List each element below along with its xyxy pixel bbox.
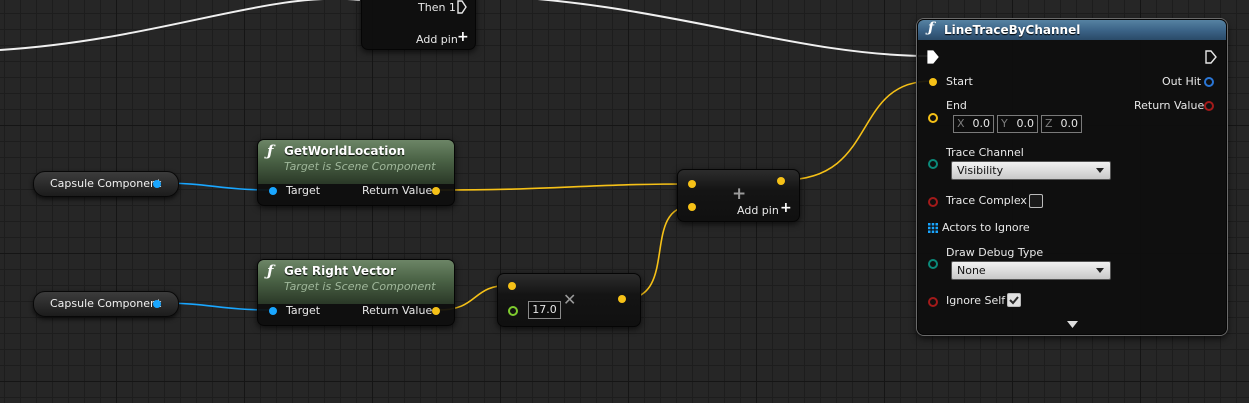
capsule-component-output-pin[interactable] — [153, 180, 161, 188]
function-icon: ƒ — [928, 20, 935, 36]
checkmark-icon — [1009, 296, 1019, 305]
vector-wire-add-to-start — [782, 80, 933, 181]
vector-output-pin[interactable] — [777, 177, 785, 185]
capsule-component-label: Capsule Component — [50, 177, 162, 190]
vector-input-pin-b[interactable] — [688, 203, 696, 211]
trace-channel-dropdown[interactable]: Visibility — [951, 161, 1111, 180]
sequence-add-pin-label[interactable]: Add pin — [416, 33, 458, 46]
target-label: Target — [286, 304, 321, 317]
capsule-component-label: Capsule Component — [50, 297, 162, 310]
capsule-component-output-pin[interactable] — [153, 300, 161, 308]
trace-complex-checkbox[interactable] — [1029, 194, 1043, 208]
vector-wire-location-to-add — [437, 183, 693, 191]
multiplier-value-field[interactable]: 17.0 — [528, 301, 561, 319]
line-trace-by-channel-node[interactable]: ƒ LineTraceByChannel Start Out Hit End R… — [917, 19, 1227, 335]
then-1-exec-pin[interactable] — [457, 0, 467, 14]
trace-channel-input-pin[interactable] — [928, 159, 938, 169]
node-title: GetWorldLocation — [284, 144, 406, 158]
out-hit-label: Out Hit — [1162, 75, 1202, 88]
ignore-self-input-pin[interactable] — [928, 297, 938, 307]
trace-channel-label: Trace Channel — [946, 146, 1024, 159]
start-input-pin[interactable] — [929, 78, 937, 86]
node-title: LineTraceByChannel — [944, 23, 1081, 37]
multiply-icon: ✕ — [563, 290, 577, 309]
ignore-self-label: Ignore Self — [946, 294, 1006, 307]
end-z-field[interactable]: Z 0.0 — [1041, 115, 1082, 133]
return-value-label: Return Value — [1134, 99, 1205, 112]
node-title: Get Right Vector — [284, 264, 397, 278]
vector-output-pin[interactable] — [618, 295, 626, 303]
capsule-component-node[interactable]: Capsule Component — [33, 291, 179, 317]
add-pin-label[interactable]: Add pin — [737, 204, 779, 217]
get-right-vector-node[interactable]: ƒ Get Right Vector Target is Scene Compo… — [257, 259, 455, 326]
plus-icon: + — [732, 184, 747, 204]
return-value-output-pin[interactable] — [1204, 101, 1214, 111]
end-y-field[interactable]: Y 0.0 — [997, 115, 1038, 133]
float-input-pin[interactable] — [508, 306, 518, 316]
actors-to-ignore-label: Actors to Ignore — [942, 221, 1030, 234]
out-hit-output-pin[interactable] — [1204, 77, 1214, 87]
end-input-pin[interactable] — [928, 113, 938, 123]
chevron-down-icon — [1096, 268, 1104, 273]
function-icon: ƒ — [267, 262, 274, 280]
draw-debug-type-label: Draw Debug Type — [946, 246, 1044, 259]
exec-output-pin[interactable] — [1205, 50, 1217, 64]
return-value-label: Return Value — [362, 304, 433, 317]
exec-input-pin[interactable] — [927, 50, 939, 64]
capsule-component-node[interactable]: Capsule Component — [33, 171, 179, 197]
end-x-field[interactable]: X 0.0 — [953, 115, 994, 133]
expand-advanced-chevron-icon[interactable] — [1067, 321, 1078, 329]
add-pin-plus-icon[interactable]: + — [780, 200, 792, 216]
add-pin-plus-icon[interactable]: + — [457, 29, 469, 45]
ignore-self-checkbox[interactable] — [1007, 293, 1021, 307]
return-value-label: Return Value — [362, 184, 433, 197]
sequence-node[interactable]: Then 1 Add pin + — [361, 0, 476, 50]
end-label: End — [946, 99, 967, 112]
get-world-location-node[interactable]: ƒ GetWorldLocation Target is Scene Compo… — [257, 139, 455, 206]
add-node[interactable]: + Add pin + — [677, 169, 800, 222]
chevron-down-icon — [1096, 168, 1104, 173]
exec-wire-to-linetrace — [537, 0, 931, 57]
draw-debug-type-input-pin[interactable] — [928, 259, 938, 269]
target-input-pin[interactable] — [269, 187, 277, 195]
array-pin-icon[interactable] — [928, 223, 938, 233]
target-input-pin[interactable] — [269, 307, 277, 315]
trace-complex-label: Trace Complex — [946, 194, 1027, 207]
return-value-output-pin[interactable] — [432, 187, 440, 195]
target-label: Target — [286, 184, 321, 197]
then-1-label: Then 1 — [418, 1, 456, 14]
trace-complex-input-pin[interactable] — [928, 197, 938, 207]
start-label: Start — [946, 75, 973, 88]
draw-debug-type-dropdown[interactable]: None — [951, 261, 1111, 280]
node-subtitle: Target is Scene Component — [284, 160, 436, 173]
function-icon: ƒ — [267, 142, 274, 160]
exec-wire-top — [0, 0, 360, 51]
return-value-output-pin[interactable] — [432, 307, 440, 315]
multiply-node[interactable]: 17.0 ✕ — [497, 273, 641, 327]
node-subtitle: Target is Scene Component — [284, 280, 436, 293]
vector-input-pin[interactable] — [508, 282, 516, 290]
vector-input-pin-a[interactable] — [688, 180, 696, 188]
